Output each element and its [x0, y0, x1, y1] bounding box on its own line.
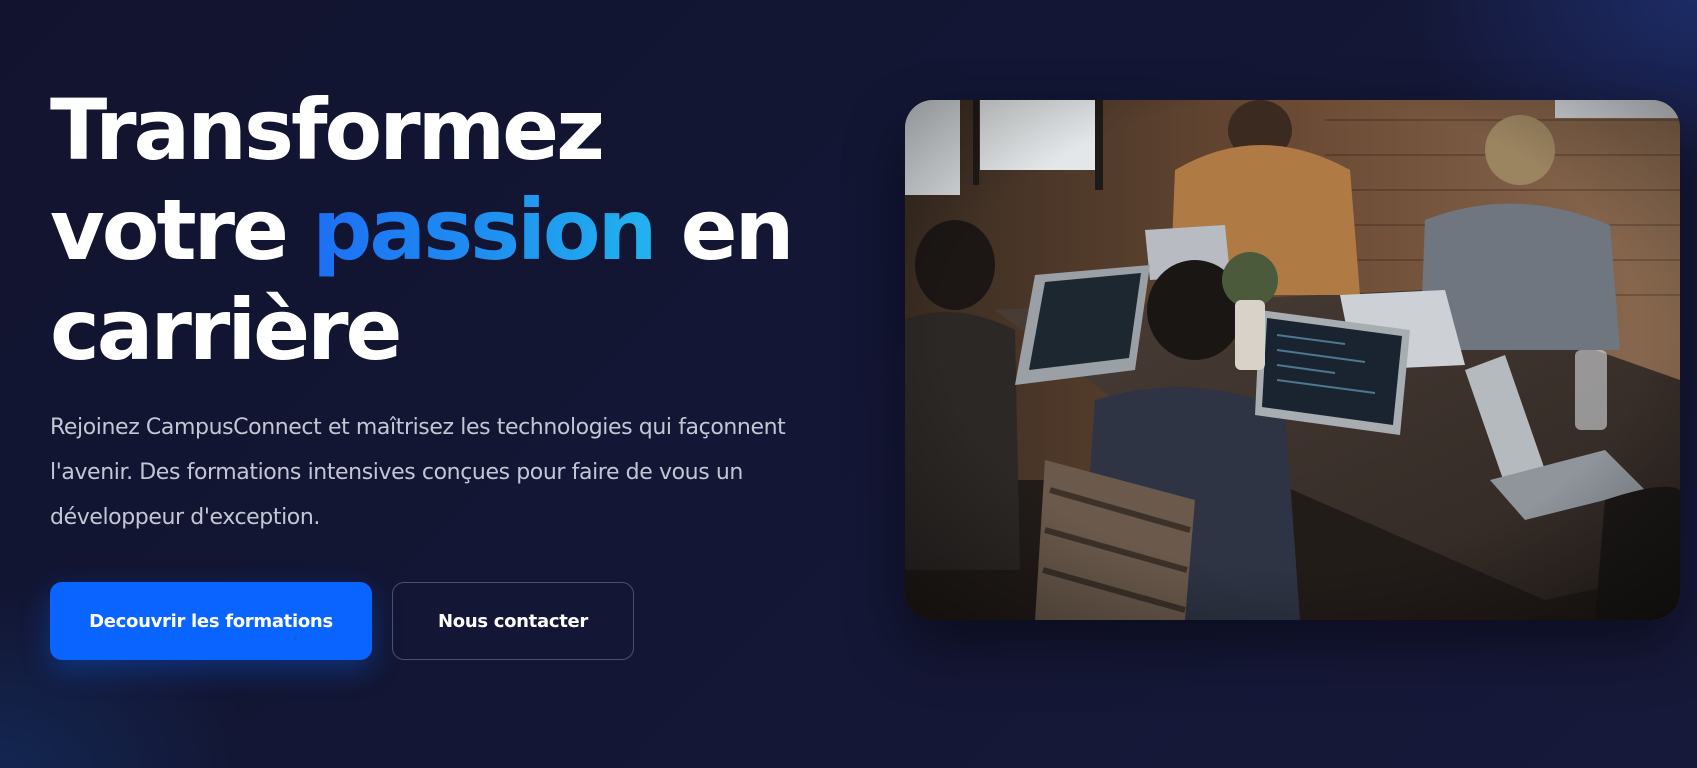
hero-image — [905, 100, 1680, 620]
title-line-3: carrière — [50, 281, 402, 379]
title-line-2-start: votre — [50, 181, 313, 279]
title-line-2-end: en — [654, 181, 795, 279]
title-accent-word: passion — [312, 181, 657, 279]
contact-us-button[interactable]: Nous contacter — [392, 582, 634, 660]
students-photo-illustration — [905, 100, 1680, 620]
discover-formations-button[interactable]: Decouvrir les formations — [50, 582, 372, 660]
hero-actions: Decouvrir les formations Nous contacter — [50, 582, 634, 660]
title-line-1: Transformez — [50, 81, 605, 179]
hero-section: Transformez votre passion en carrière Rejo… — [0, 0, 1697, 768]
hero-text-block: Transformez votre passion en carrière Rejo… — [50, 80, 850, 540]
hero-title: Transformez votre passion en carrière — [50, 80, 850, 380]
hero-subtitle: Rejoinez CampusConnect et maîtrisez les … — [50, 415, 786, 530]
